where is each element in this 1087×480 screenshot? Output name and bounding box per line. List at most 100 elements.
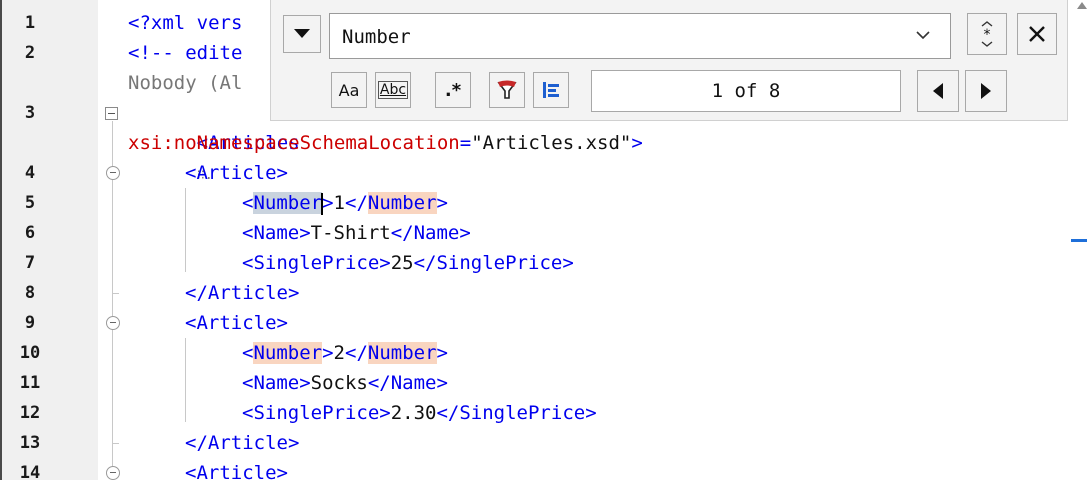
xml-tag-price-close: </SinglePrice>: [436, 402, 597, 424]
close-icon: [1029, 26, 1045, 42]
search-input[interactable]: [340, 14, 904, 60]
line-number: 5: [24, 193, 36, 213]
line-number: 14: [19, 463, 41, 480]
code-line[interactable]: 10 <Number>2</Number>: [2, 338, 1087, 368]
code-line[interactable]: 7 <SinglePrice>25</SinglePrice>: [2, 248, 1087, 278]
xml-tag-article-open: <Article>: [185, 162, 288, 184]
line-number: 2: [24, 43, 36, 63]
xml-tag-price-open: <SinglePrice>: [242, 402, 391, 424]
asterisk-arrows-icon: *: [981, 21, 993, 47]
regex-button[interactable]: .*: [435, 72, 471, 108]
code-line[interactable]: 5 <Number>1</Number>: [2, 188, 1087, 218]
line-number: 11: [19, 373, 41, 393]
regex-label: .*: [444, 79, 462, 101]
toggle-replace-button[interactable]: [283, 15, 321, 53]
fold-collapse-icon[interactable]: [106, 316, 120, 330]
xml-tag-price-open: <SinglePrice>: [242, 252, 391, 274]
search-match: Number: [367, 342, 437, 364]
next-match-button[interactable]: [965, 70, 1007, 112]
fold-collapse-icon[interactable]: [106, 166, 120, 180]
xml-text-value: 2.30: [390, 402, 437, 424]
fold-collapse-icon[interactable]: [106, 466, 120, 480]
filter-icon: [497, 80, 517, 99]
code-line[interactable]: 9 <Article>: [2, 308, 1087, 338]
scroll-up-icon[interactable]: [1077, 2, 1087, 9]
xml-tag-article-open: <Article>: [185, 312, 288, 334]
code-line[interactable]: 8 </Article>: [2, 278, 1087, 308]
whole-word-button[interactable]: Abc: [375, 72, 411, 108]
xml-tag-name-close: </Name>: [390, 222, 471, 244]
xml-tag-name-close: </Name>: [367, 372, 448, 394]
xml-text-value: T-Shirt: [310, 222, 391, 244]
code-line-wrap[interactable]: xsi:noNamespaceSchemaLocation="Articles.…: [2, 128, 1087, 158]
xml-bracket: >: [631, 132, 643, 154]
xml-bracket: </: [345, 192, 368, 214]
xml-bracket: >: [436, 342, 448, 364]
xml-text-value: 2: [333, 342, 345, 364]
xml-attribute-name: xsi:noNamespaceSchemaLocation: [128, 132, 460, 154]
xml-bracket: >: [322, 342, 334, 364]
search-match: Number: [367, 192, 437, 214]
indent-guide: [185, 338, 186, 422]
whole-word-label: Abc: [377, 81, 409, 99]
line-number: 6: [24, 223, 36, 243]
xml-text-value: 1: [333, 192, 345, 214]
xml-equals: =: [459, 132, 472, 154]
xml-tag-article-open: <Article>: [185, 462, 288, 480]
xml-bracket: </: [345, 342, 368, 364]
triangle-left-icon: [933, 83, 943, 99]
align-left-icon: [543, 82, 559, 98]
line-number: 13: [19, 433, 41, 453]
previous-match-button[interactable]: [917, 70, 959, 112]
line-number: 10: [19, 343, 41, 363]
code-line[interactable]: 6 <Name>T-Shirt</Name>: [2, 218, 1087, 248]
xml-attribute-value: "Articles.xsd": [471, 132, 632, 154]
xml-tag-article-close: </Article>: [185, 432, 300, 454]
xml-tag-price-close: </SinglePrice>: [413, 252, 574, 274]
close-button[interactable]: [1017, 13, 1057, 55]
match-counter: 1 of 8: [591, 70, 901, 112]
line-number: 7: [24, 253, 36, 273]
line-number: 8: [24, 283, 36, 303]
indent-guide: [185, 188, 186, 272]
find-all-button[interactable]: *: [967, 13, 1007, 55]
match-case-button[interactable]: Aa: [331, 72, 367, 108]
code-line[interactable]: 4 <Article>: [2, 158, 1087, 188]
line-number: 1: [24, 13, 36, 33]
xml-tag-name-open: <Name>: [242, 222, 311, 244]
search-match-current: Number: [253, 192, 323, 214]
code-line[interactable]: 14 <Article>: [2, 458, 1087, 480]
search-match: Number: [253, 342, 323, 364]
xml-tag-article-close: </Article>: [185, 282, 300, 304]
xml-text-value: 25: [390, 252, 414, 274]
line-number: 4: [24, 163, 36, 183]
line-number: 12: [19, 403, 41, 423]
xml-declaration: <?xml vers: [128, 12, 243, 34]
find-panel: * Aa Abc .*: [270, 0, 1068, 121]
find-in-selection-button[interactable]: [489, 72, 525, 108]
chevron-down-icon[interactable]: [916, 31, 930, 40]
fold-end-marker: [113, 443, 119, 444]
bookmark-matches-button[interactable]: [533, 72, 569, 108]
xml-bracket: >: [436, 192, 448, 214]
code-line[interactable]: 11 <Name>Socks</Name>: [2, 368, 1087, 398]
xml-comment-continuation: Nobody (Al: [128, 72, 243, 94]
code-line[interactable]: 12 <SinglePrice>2.30</SinglePrice>: [2, 398, 1087, 428]
fold-collapse-icon[interactable]: [105, 107, 118, 120]
xml-bracket: <: [242, 192, 254, 214]
scroll-position-marker[interactable]: [1071, 239, 1087, 242]
search-box[interactable]: [329, 13, 951, 60]
match-case-label: Aa: [338, 80, 360, 100]
xml-comment: <!-- edite: [128, 42, 243, 64]
svg-text:*: *: [984, 27, 991, 43]
triangle-right-icon: [981, 83, 991, 99]
xml-tag-name-open: <Name>: [242, 372, 311, 394]
xml-text-value: Socks: [310, 372, 368, 394]
xml-bracket: >: [322, 192, 334, 214]
code-line[interactable]: 13 </Article>: [2, 428, 1087, 458]
xml-bracket: <: [242, 342, 254, 364]
triangle-down-icon: [294, 29, 310, 38]
fold-end-marker: [113, 293, 119, 294]
line-number: 3: [24, 103, 36, 123]
xml-editor[interactable]: 1 <?xml vers 2 <!-- edite Nobody (Al 3 <…: [0, 0, 1087, 480]
